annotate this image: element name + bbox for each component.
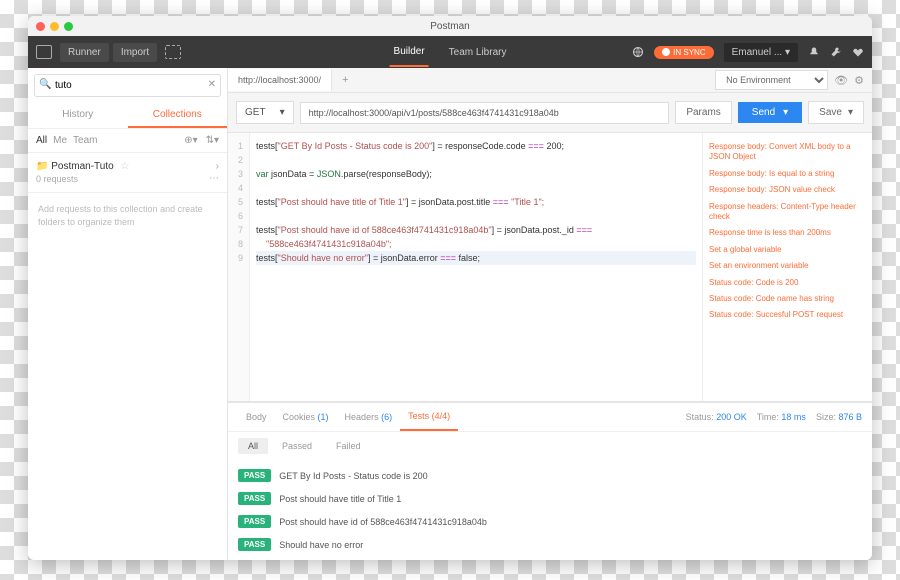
tab-builder[interactable]: Builder bbox=[390, 38, 429, 67]
bell-icon[interactable] bbox=[808, 46, 820, 58]
request-bar: GET▾ Params Send▾ Save▾ bbox=[228, 93, 872, 133]
response-panel: Body Cookies (1) Headers (6) Tests (4/4)… bbox=[228, 402, 872, 560]
more-icon[interactable]: ⋯ bbox=[209, 173, 219, 184]
filter-failed[interactable]: Failed bbox=[326, 438, 371, 454]
sort-icon[interactable]: ⇅▾ bbox=[206, 135, 219, 146]
test-result: PASSShould have no error bbox=[238, 533, 862, 556]
clear-search-icon[interactable]: ✕ bbox=[208, 79, 216, 90]
send-button[interactable]: Send▾ bbox=[738, 102, 802, 123]
star-icon[interactable]: ☆ bbox=[120, 161, 129, 172]
close-icon[interactable] bbox=[36, 22, 45, 31]
folder-icon: 📁 bbox=[36, 161, 48, 172]
filter-passed[interactable]: Passed bbox=[272, 438, 322, 454]
request-tabs: http://localhost:3000/ + No Environment … bbox=[228, 68, 872, 93]
sidebar: 🔍 ✕ History Collections All Me Team ⊕▾ ⇅… bbox=[28, 68, 228, 560]
request-tab[interactable]: http://localhost:3000/ bbox=[228, 69, 332, 91]
snippet-item[interactable]: Response body: Is equal to a string bbox=[709, 166, 866, 182]
snippet-item[interactable]: Response headers: Content-Type header ch… bbox=[709, 199, 866, 226]
window-title: Postman bbox=[430, 21, 469, 32]
new-window-icon[interactable] bbox=[165, 45, 181, 59]
resp-tab-tests[interactable]: Tests (4/4) bbox=[400, 403, 458, 431]
snippet-item[interactable]: Response body: Convert XML body to a JSO… bbox=[709, 139, 866, 166]
collection-item[interactable]: 📁 Postman-Tuto ☆ 0 requests › ⋯ bbox=[28, 153, 227, 193]
eye-icon[interactable]: 👁 bbox=[834, 74, 848, 87]
runner-button[interactable]: Runner bbox=[60, 43, 109, 62]
snippet-item[interactable]: Set an environment variable bbox=[709, 258, 866, 274]
gear-icon[interactable]: ⚙ bbox=[854, 74, 864, 87]
minimize-icon[interactable] bbox=[50, 22, 59, 31]
pass-badge: PASS bbox=[238, 492, 271, 505]
resp-tab-body[interactable]: Body bbox=[238, 404, 275, 430]
pass-badge: PASS bbox=[238, 538, 271, 551]
test-result: PASSPost should have title of Title 1 bbox=[238, 487, 862, 510]
import-button[interactable]: Import bbox=[113, 43, 157, 62]
snippet-item[interactable]: Status code: Code name has string bbox=[709, 291, 866, 307]
filter-me[interactable]: Me bbox=[53, 135, 67, 146]
gutter: 123456789 bbox=[228, 133, 250, 401]
topbar: Runner Import Builder Team Library IN SY… bbox=[28, 36, 872, 68]
wrench-icon[interactable] bbox=[830, 46, 842, 58]
tab-collections[interactable]: Collections bbox=[128, 103, 228, 128]
sync-badge[interactable]: IN SYNC bbox=[654, 46, 713, 59]
pass-badge: PASS bbox=[238, 515, 271, 528]
url-input[interactable] bbox=[300, 102, 670, 124]
snippets-panel: Response body: Convert XML body to a JSO… bbox=[702, 133, 872, 401]
titlebar: Postman bbox=[28, 16, 872, 36]
filter-team[interactable]: Team bbox=[73, 135, 97, 146]
search-input[interactable] bbox=[34, 74, 221, 97]
heart-icon[interactable] bbox=[852, 46, 864, 58]
environment-select[interactable]: No Environment bbox=[715, 70, 828, 90]
globe-icon[interactable] bbox=[632, 46, 644, 58]
save-button[interactable]: Save▾ bbox=[808, 101, 864, 124]
test-result: PASSPost should have id of 588ce463f4741… bbox=[238, 510, 862, 533]
user-menu[interactable]: Emanuel ... ▾ bbox=[724, 43, 798, 62]
collection-hint: Add requests to this collection and crea… bbox=[28, 193, 227, 238]
snippet-item[interactable]: Status code: Code is 200 bbox=[709, 275, 866, 291]
maximize-icon[interactable] bbox=[64, 22, 73, 31]
method-select[interactable]: GET▾ bbox=[236, 101, 294, 124]
add-folder-icon[interactable]: ⊕▾ bbox=[184, 135, 197, 146]
resp-tab-cookies[interactable]: Cookies (1) bbox=[275, 404, 337, 430]
snippet-item[interactable]: Response body: JSON value check bbox=[709, 182, 866, 198]
sidebar-toggle-icon[interactable] bbox=[36, 45, 52, 59]
code-editor[interactable]: 123456789 tests["GET By Id Posts - Statu… bbox=[228, 133, 702, 401]
tab-history[interactable]: History bbox=[28, 103, 128, 128]
params-button[interactable]: Params bbox=[675, 101, 731, 124]
resp-tab-headers[interactable]: Headers (6) bbox=[337, 404, 401, 430]
app-window: Postman Runner Import Builder Team Libra… bbox=[28, 16, 872, 560]
search-icon: 🔍 bbox=[39, 79, 51, 90]
test-result: PASSGET By Id Posts - Status code is 200 bbox=[238, 464, 862, 487]
tab-team-library[interactable]: Team Library bbox=[445, 39, 511, 66]
snippet-item[interactable]: Set a global variable bbox=[709, 242, 866, 258]
filter-all[interactable]: All bbox=[36, 135, 47, 146]
new-tab-button[interactable]: + bbox=[332, 68, 358, 92]
snippet-item[interactable]: Status code: Succesful POST request bbox=[709, 307, 866, 323]
filter-all-results[interactable]: All bbox=[238, 438, 268, 454]
chevron-right-icon[interactable]: › bbox=[216, 161, 219, 172]
pass-badge: PASS bbox=[238, 469, 271, 482]
snippet-item[interactable]: Response time is less than 200ms bbox=[709, 225, 866, 241]
